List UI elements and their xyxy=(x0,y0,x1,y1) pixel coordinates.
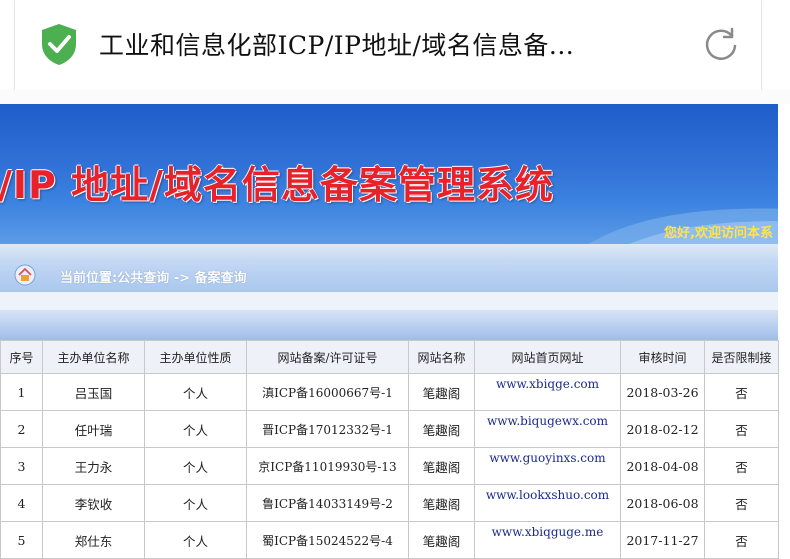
row-index: 4 xyxy=(0,484,43,522)
review-date: 2018-06-08 xyxy=(620,484,705,522)
site-url-link[interactable]: www.xbiqge.com xyxy=(474,373,621,411)
sponsor-type: 个人 xyxy=(144,410,247,448)
table-row: 4 李钦收 个人 鲁ICP备14033149号-2 笔趣阁 www.lookxs… xyxy=(0,484,779,522)
access-restricted: 否 xyxy=(704,410,779,448)
page-title: 工业和信息化部ICP/IP地址/域名信息备... xyxy=(99,31,575,60)
sponsor-name: 郑仕东 xyxy=(42,521,145,559)
sponsor-type: 个人 xyxy=(144,521,247,559)
license-number: 京ICP备11019930号-13 xyxy=(246,447,409,485)
site-url-link[interactable]: www.lookxshuo.com xyxy=(474,484,621,522)
sponsor-name: 王力永 xyxy=(42,447,145,485)
results-table: 序号 主办单位名称 主办单位性质 网站备案/许可证号 网站名称 网站首页网址 审… xyxy=(0,340,779,559)
access-restricted: 否 xyxy=(704,373,779,411)
table-row: 5 郑仕东 个人 蜀ICP备15024522号-4 笔趣阁 www.xbiqgu… xyxy=(0,521,779,559)
content-spacer xyxy=(0,292,778,310)
page-gap xyxy=(0,90,790,104)
browser-title-bar: 工业和信息化部ICP/IP地址/域名信息备... xyxy=(14,0,762,91)
column-header: 序号 xyxy=(0,340,43,374)
site-url-link[interactable]: www.biqugewx.com xyxy=(474,410,621,448)
access-restricted: 否 xyxy=(704,447,779,485)
column-header: 网站首页网址 xyxy=(474,340,621,374)
row-index: 3 xyxy=(0,447,43,485)
table-row: 1 吕玉国 个人 滇ICP备16000667号-1 笔趣阁 www.xbiqge… xyxy=(0,373,779,411)
site-url-link[interactable]: www.xbiqguge.me xyxy=(474,521,621,559)
table-row: 3 王力永 个人 京ICP备11019930号-13 笔趣阁 www.guoyi… xyxy=(0,447,779,485)
banner-strip xyxy=(0,244,778,258)
sponsor-type: 个人 xyxy=(144,484,247,522)
sponsor-name: 任叶瑞 xyxy=(42,410,145,448)
home-icon[interactable] xyxy=(14,264,36,286)
welcome-text: 您好,欢迎访问本系 xyxy=(664,226,773,241)
column-header: 是否限制接 xyxy=(704,340,779,374)
column-header: 网站名称 xyxy=(408,340,475,374)
review-date: 2018-03-26 xyxy=(620,373,705,411)
license-number: 鲁ICP备14033149号-2 xyxy=(246,484,409,522)
sponsor-type: 个人 xyxy=(144,447,247,485)
row-index: 5 xyxy=(0,521,43,559)
site-name: 笔趣阁 xyxy=(408,447,475,485)
access-restricted: 否 xyxy=(704,521,779,559)
table-top-band xyxy=(0,310,778,340)
review-date: 2018-04-08 xyxy=(620,447,705,485)
review-date: 2017-11-27 xyxy=(620,521,705,559)
sponsor-type: 个人 xyxy=(144,373,247,411)
license-number: 晋ICP备17012332号-1 xyxy=(246,410,409,448)
license-number: 蜀ICP备15024522号-4 xyxy=(246,521,409,559)
site-name: 笔趣阁 xyxy=(408,410,475,448)
site-name: 笔趣阁 xyxy=(408,484,475,522)
sponsor-name: 李钦收 xyxy=(42,484,145,522)
column-header: 主办单位性质 xyxy=(144,340,247,374)
column-header: 审核时间 xyxy=(620,340,705,374)
column-header: 主办单位名称 xyxy=(42,340,145,374)
site-name: 笔趣阁 xyxy=(408,373,475,411)
access-restricted: 否 xyxy=(704,484,779,522)
site-banner: /IP 地址/域名信息备案管理系统 您好,欢迎访问本系 xyxy=(0,104,778,244)
row-index: 2 xyxy=(0,410,43,448)
shield-check-icon xyxy=(42,24,76,65)
sponsor-name: 吕玉国 xyxy=(42,373,145,411)
breadcrumb: 当前位置:公共查询 -> 备案查询 xyxy=(60,271,247,286)
site-url-link[interactable]: www.guoyinxs.com xyxy=(474,447,621,485)
refresh-icon[interactable] xyxy=(701,24,741,64)
site-name: 笔趣阁 xyxy=(408,521,475,559)
banner-title: /IP 地址/域名信息备案管理系统 xyxy=(0,163,554,207)
row-index: 1 xyxy=(0,373,43,411)
table-row: 2 任叶瑞 个人 晋ICP备17012332号-1 笔趣阁 www.biquge… xyxy=(0,410,779,448)
column-header: 网站备案/许可证号 xyxy=(246,340,409,374)
license-number: 滇ICP备16000667号-1 xyxy=(246,373,409,411)
table-header-row: 序号 主办单位名称 主办单位性质 网站备案/许可证号 网站名称 网站首页网址 审… xyxy=(0,340,779,374)
review-date: 2018-02-12 xyxy=(620,410,705,448)
